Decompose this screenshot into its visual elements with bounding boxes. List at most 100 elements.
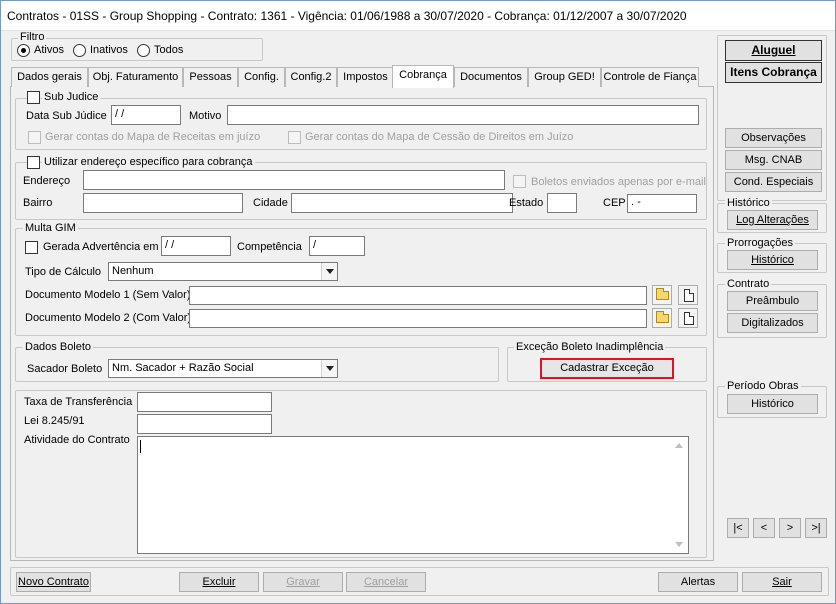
prorrogacoes-historico-button[interactable]: Histórico (727, 250, 818, 270)
text-caret (140, 440, 141, 453)
alertas-button[interactable]: Alertas (658, 572, 738, 592)
radio-todos[interactable] (137, 44, 150, 57)
atividade-textarea[interactable] (137, 436, 689, 554)
endereco-input[interactable] (83, 170, 505, 190)
doc-modelo1-input[interactable] (189, 286, 647, 305)
doc-modelo2-new-button[interactable] (678, 308, 698, 328)
contrato-legend: Contrato (725, 278, 772, 290)
msg-cnab-button[interactable]: Msg. CNAB (725, 150, 822, 170)
lei-label: Lei 8.245/91 (24, 415, 85, 427)
title-bar: Contratos - 01SS - Group Shopping - Cont… (1, 1, 835, 31)
endereco-especifico-checkbox[interactable] (27, 156, 40, 169)
endereco-label: Endereço (23, 175, 71, 187)
cep-input[interactable]: . - (627, 194, 697, 213)
novo-contrato-label: Novo Contrato (18, 576, 89, 588)
next-record-button[interactable]: > (779, 518, 801, 538)
boletos-email-checkbox[interactable] (513, 175, 526, 188)
tab-impostos[interactable]: Impostos (337, 67, 394, 87)
excluir-button[interactable]: Excluir (179, 572, 259, 592)
tab-controle-fianca[interactable]: Controle de Fiança (601, 67, 699, 87)
tab-dados-gerais[interactable]: Dados gerais (11, 67, 88, 87)
competencia-input[interactable]: / (309, 236, 365, 256)
chevron-down-icon (321, 263, 337, 280)
radio-ativos-label: Ativos (34, 44, 64, 56)
tab-group-ged[interactable]: Group GED! (528, 67, 601, 87)
sub-judice-checkbox[interactable] (27, 91, 40, 104)
scroll-down-icon[interactable] (675, 542, 683, 547)
advertencia-checkbox[interactable] (25, 241, 38, 254)
advertencia-date-input[interactable]: / / (161, 236, 231, 256)
multa-gim-legend: Multa GIM (23, 222, 78, 234)
contracts-window: Contratos - 01SS - Group Shopping - Cont… (0, 0, 836, 604)
cancelar-label: Cancelar (363, 576, 409, 588)
radio-inativos[interactable] (73, 44, 86, 57)
gravar-button[interactable]: Gravar (263, 572, 343, 592)
aluguel-button[interactable]: Aluguel (725, 40, 822, 61)
periodo-obras-legend: Período Obras (725, 380, 801, 392)
doc-modelo2-open-button[interactable] (652, 308, 672, 328)
bairro-label: Bairro (23, 197, 53, 209)
data-sub-judice-input[interactable]: / / (111, 105, 181, 125)
boletos-email-label: Boletos enviados apenas por e-mail (531, 176, 706, 188)
aluguel-label: Aluguel (751, 43, 796, 57)
advertencia-label: Gerada Advertência em (43, 241, 159, 253)
cidade-input[interactable] (291, 193, 513, 213)
tab-pessoas[interactable]: Pessoas (183, 67, 238, 87)
taxa-transferencia-input[interactable] (137, 392, 272, 412)
estado-label: Estado (509, 197, 544, 209)
taxa-transferencia-label: Taxa de Transferência (24, 396, 133, 408)
tipo-calculo-select[interactable]: Nenhum (108, 262, 338, 281)
preambulo-button[interactable]: Preâmbulo (727, 291, 818, 311)
sub-judice-legend: Sub Judice (42, 91, 101, 103)
observacoes-button[interactable]: Observações (725, 128, 822, 148)
doc-modelo1-open-button[interactable] (652, 285, 672, 305)
data-sub-judice-label: Data Sub Júdice (26, 110, 107, 122)
tab-documentos[interactable]: Documentos (454, 67, 528, 87)
log-alteracoes-button[interactable]: Log Alterações (727, 210, 818, 230)
tab-obj-faturamento[interactable]: Obj. Faturamento (88, 67, 183, 87)
gerar-receitas-label: Gerar contas do Mapa de Receitas em juíz… (45, 131, 261, 143)
novo-contrato-button[interactable]: Novo Contrato (16, 572, 91, 592)
tab-config2[interactable]: Config.2 (285, 67, 337, 87)
doc-modelo1-label: Documento Modelo 1 (Sem Valor) (25, 289, 191, 301)
doc-modelo1-new-button[interactable] (678, 285, 698, 305)
itens-cobranca-button[interactable]: Itens Cobrança (725, 62, 822, 83)
document-icon (684, 289, 694, 302)
sacador-label: Sacador Boleto (27, 363, 103, 375)
historico-legend: Histórico (725, 197, 772, 209)
radio-ativos[interactable] (17, 44, 30, 57)
chevron-down-icon (321, 360, 337, 377)
doc-modelo2-input[interactable] (189, 309, 647, 328)
bairro-input[interactable] (83, 193, 243, 213)
motivo-label: Motivo (189, 110, 222, 122)
lei-input[interactable] (137, 414, 272, 434)
window-title: Contratos - 01SS - Group Shopping - Cont… (7, 9, 687, 23)
atividade-label: Atividade do Contrato (24, 434, 130, 446)
last-record-button[interactable]: >| (805, 518, 827, 538)
atividade-scrollbar[interactable] (671, 437, 688, 553)
estado-input[interactable] (547, 193, 577, 213)
prev-record-button[interactable]: < (753, 518, 775, 538)
cancelar-button[interactable]: Cancelar (346, 572, 426, 592)
gravar-label: Gravar (286, 576, 320, 588)
motivo-input[interactable] (227, 105, 699, 125)
periodo-obras-historico-button[interactable]: Histórico (727, 394, 818, 414)
gerar-cessao-checkbox[interactable] (288, 131, 301, 144)
tab-cobranca[interactable]: Cobrança (392, 65, 454, 88)
excecao-boleto-legend: Exceção Boleto Inadimplência (514, 341, 666, 353)
log-alteracoes-label: Log Alterações (736, 214, 809, 226)
cadastrar-excecao-button[interactable]: Cadastrar Exceção (540, 358, 674, 379)
tab-config[interactable]: Config. (238, 67, 285, 87)
tipo-calculo-value: Nenhum (112, 265, 154, 277)
prorrogacoes-legend: Prorrogações (725, 237, 796, 249)
folder-icon (656, 311, 669, 323)
sacador-select[interactable]: Nm. Sacador + Razão Social (108, 359, 338, 378)
cidade-label: Cidade (253, 197, 288, 209)
scroll-up-icon[interactable] (675, 443, 683, 448)
gerar-receitas-checkbox[interactable] (28, 131, 41, 144)
sacador-value: Nm. Sacador + Razão Social (112, 362, 254, 374)
cond-especiais-button[interactable]: Cond. Especiais (725, 172, 822, 192)
digitalizados-button[interactable]: Digitalizados (727, 313, 818, 333)
sair-button[interactable]: Sair (742, 572, 822, 592)
first-record-button[interactable]: |< (727, 518, 749, 538)
